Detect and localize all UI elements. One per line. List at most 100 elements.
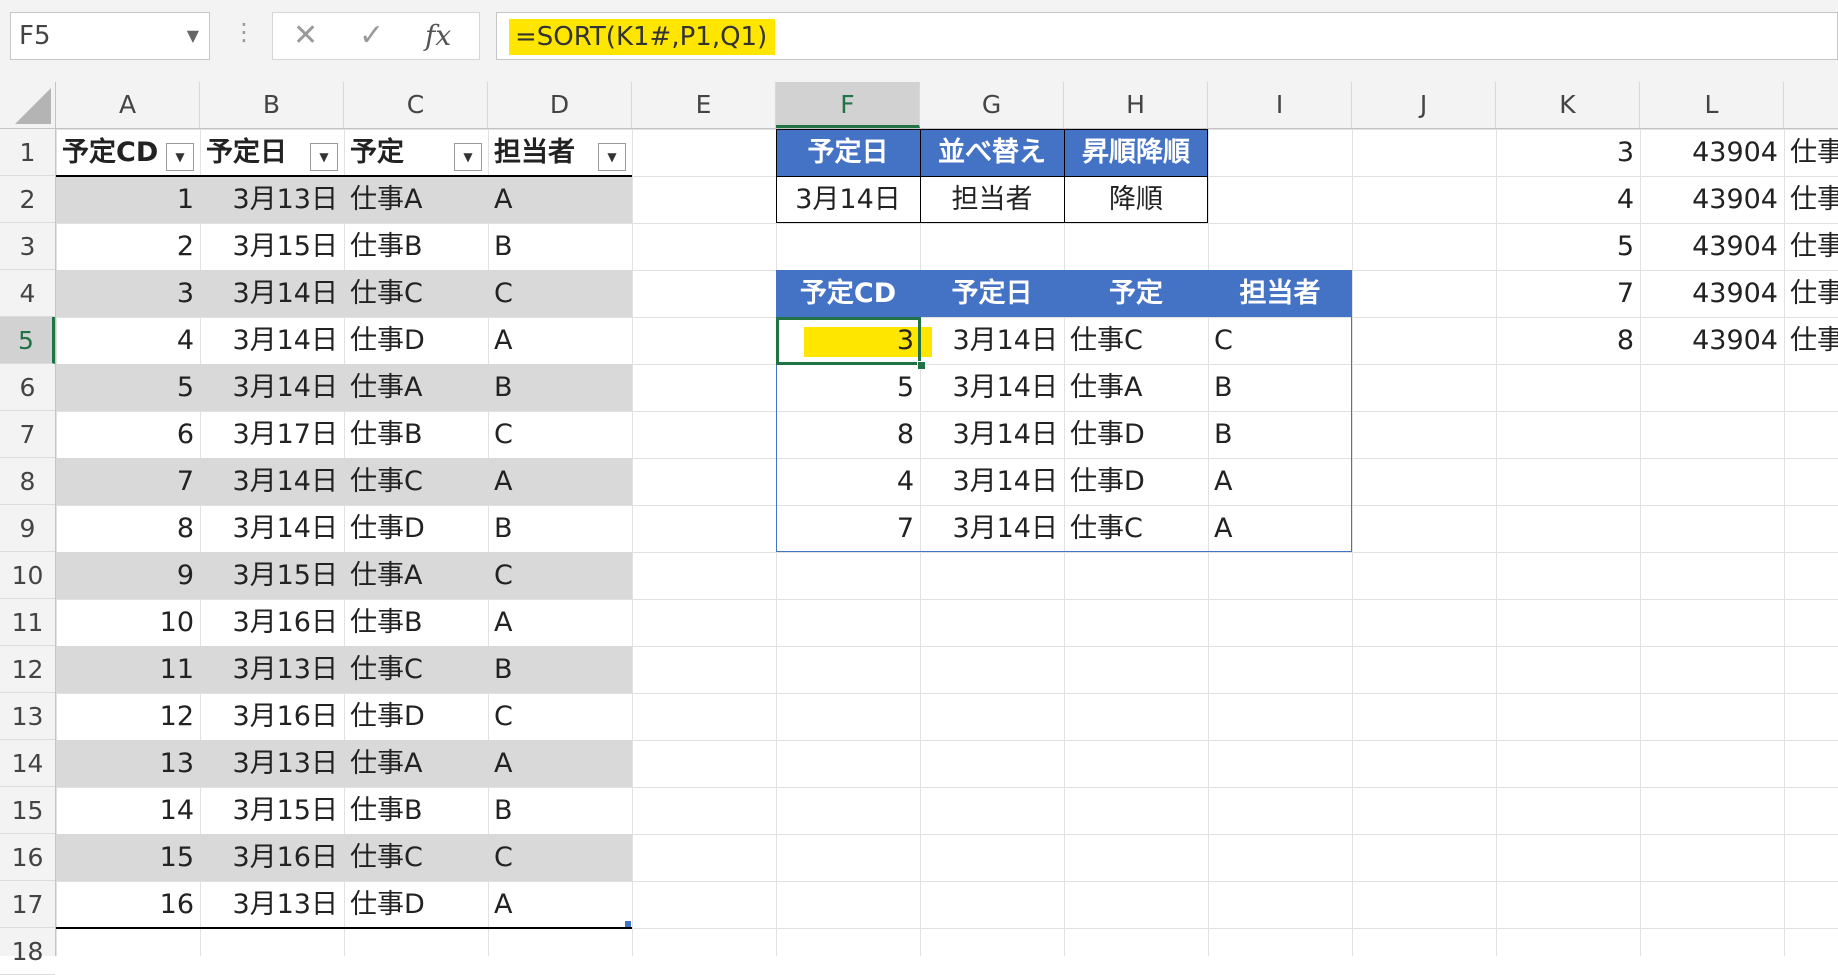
filter-dropdown-icon[interactable]: ▼ <box>310 143 338 171</box>
table-cell-owner[interactable]: C <box>488 834 632 881</box>
row-header-13[interactable]: 13 <box>0 693 55 740</box>
table-cell-owner[interactable]: C <box>488 693 632 740</box>
table-cell-task[interactable]: 仕事D <box>344 881 488 928</box>
row-header-3[interactable]: 3 <box>0 223 55 270</box>
spill-cell-date[interactable]: 43904 <box>1640 129 1784 176</box>
spill-cell-task[interactable]: 仕事 <box>1784 129 1838 176</box>
formula-input[interactable]: =SORT(K1#,P1,Q1) <box>496 12 1838 60</box>
row-header-6[interactable]: 6 <box>0 364 55 411</box>
table-resize-handle[interactable] <box>625 921 631 927</box>
row-header-12[interactable]: 12 <box>0 646 55 693</box>
table-cell-id[interactable]: 14 <box>56 787 200 834</box>
spill-cell-task[interactable]: 仕事 <box>1784 317 1838 364</box>
table-cell-task[interactable]: 仕事B <box>344 223 488 270</box>
table-cell-id[interactable]: 9 <box>56 552 200 599</box>
table-cell-task[interactable]: 仕事C <box>344 834 488 881</box>
table-cell-task[interactable]: 仕事C <box>344 646 488 693</box>
row-header-7[interactable]: 7 <box>0 411 55 458</box>
table-cell-owner[interactable]: A <box>488 599 632 646</box>
table-cell-id[interactable]: 1 <box>56 176 200 223</box>
table-cell-task[interactable]: 仕事A <box>344 552 488 599</box>
table-cell-id[interactable]: 16 <box>56 881 200 928</box>
table-cell-date[interactable]: 3月13日 <box>200 646 344 693</box>
table-cell-task[interactable]: 仕事D <box>344 505 488 552</box>
table-cell-task[interactable]: 仕事B <box>344 787 488 834</box>
table-cell-id[interactable]: 8 <box>56 505 200 552</box>
table-cell-task[interactable]: 仕事B <box>344 599 488 646</box>
more-options-icon[interactable]: ⋮ <box>232 18 256 46</box>
table-cell-date[interactable]: 3月13日 <box>200 740 344 787</box>
row-header-18[interactable]: 18 <box>0 928 55 975</box>
table-cell-task[interactable]: 仕事A <box>344 364 488 411</box>
table-cell-task[interactable]: 仕事C <box>344 458 488 505</box>
table-cell-owner[interactable]: A <box>488 176 632 223</box>
active-cell-border[interactable] <box>776 317 921 365</box>
spill-cell-id[interactable]: 8 <box>1496 317 1640 364</box>
table-cell-id[interactable]: 5 <box>56 364 200 411</box>
table-cell-task[interactable]: 仕事C <box>344 270 488 317</box>
column-header-d[interactable]: D <box>488 82 632 128</box>
table-cell-id[interactable]: 3 <box>56 270 200 317</box>
table-cell-date[interactable]: 3月15日 <box>200 223 344 270</box>
column-header-h[interactable]: H <box>1064 82 1208 128</box>
cancel-icon[interactable]: ✕ <box>293 15 318 57</box>
table-cell-date[interactable]: 3月14日 <box>200 505 344 552</box>
row-header-1[interactable]: 1 <box>0 129 55 176</box>
table-cell-id[interactable]: 12 <box>56 693 200 740</box>
table-cell-date[interactable]: 3月14日 <box>200 364 344 411</box>
spill-cell-task[interactable]: 仕事 <box>1784 176 1838 223</box>
name-box[interactable]: F5 ▼ <box>10 12 210 60</box>
filter-dropdown-icon[interactable]: ▼ <box>166 143 194 171</box>
column-header-f[interactable]: F <box>776 82 920 128</box>
row-header-17[interactable]: 17 <box>0 881 55 928</box>
spill-cell-date[interactable]: 43904 <box>1640 317 1784 364</box>
table-cell-id[interactable]: 15 <box>56 834 200 881</box>
table-cell-date[interactable]: 3月13日 <box>200 881 344 928</box>
spill-cell-task[interactable]: 仕事 <box>1784 223 1838 270</box>
row-header-4[interactable]: 4 <box>0 270 55 317</box>
table-cell-id[interactable]: 6 <box>56 411 200 458</box>
table-cell-id[interactable]: 2 <box>56 223 200 270</box>
spill-cell-id[interactable]: 4 <box>1496 176 1640 223</box>
worksheet-grid[interactable]: 予定CD ▼ 予定日 ▼ 予定 ▼ 担当者 ▼ 1 3月13日 仕事A A 2 3月15日 仕事B B 3 3月1… <box>56 129 1838 956</box>
row-header-2[interactable]: 2 <box>0 176 55 223</box>
row-header-11[interactable]: 11 <box>0 599 55 646</box>
table-cell-owner[interactable]: A <box>488 317 632 364</box>
spill-cell-task[interactable]: 仕事 <box>1784 270 1838 317</box>
table-cell-date[interactable]: 3月16日 <box>200 599 344 646</box>
table-cell-date[interactable]: 3月15日 <box>200 552 344 599</box>
spill-cell-date[interactable]: 43904 <box>1640 270 1784 317</box>
column-header-g[interactable]: G <box>920 82 1064 128</box>
column-header-c[interactable]: C <box>344 82 488 128</box>
row-header-8[interactable]: 8 <box>0 458 55 505</box>
table-cell-owner[interactable]: B <box>488 787 632 834</box>
column-header-k[interactable]: K <box>1496 82 1640 128</box>
table-cell-task[interactable]: 仕事A <box>344 740 488 787</box>
fx-icon[interactable]: fx <box>425 15 451 57</box>
column-header-b[interactable]: B <box>200 82 344 128</box>
fill-handle[interactable] <box>917 361 926 370</box>
table-cell-owner[interactable]: A <box>488 881 632 928</box>
table-cell-date[interactable]: 3月15日 <box>200 787 344 834</box>
table-cell-date[interactable]: 3月14日 <box>200 270 344 317</box>
enter-icon[interactable]: ✓ <box>359 15 384 57</box>
table-cell-task[interactable]: 仕事B <box>344 411 488 458</box>
column-header-a[interactable]: A <box>56 82 200 128</box>
row-header-5[interactable]: 5 <box>0 317 55 364</box>
table-cell-date[interactable]: 3月14日 <box>200 458 344 505</box>
table-cell-owner[interactable]: B <box>488 505 632 552</box>
table-cell-task[interactable]: 仕事A <box>344 176 488 223</box>
table-cell-owner[interactable]: B <box>488 364 632 411</box>
row-header-15[interactable]: 15 <box>0 787 55 834</box>
spill-cell-date[interactable]: 43904 <box>1640 176 1784 223</box>
table-cell-id[interactable]: 7 <box>56 458 200 505</box>
row-header-14[interactable]: 14 <box>0 740 55 787</box>
table-cell-owner[interactable]: C <box>488 270 632 317</box>
table-cell-owner[interactable]: A <box>488 740 632 787</box>
table-cell-id[interactable]: 13 <box>56 740 200 787</box>
row-header-9[interactable]: 9 <box>0 505 55 552</box>
table-cell-date[interactable]: 3月16日 <box>200 834 344 881</box>
table-cell-task[interactable]: 仕事D <box>344 317 488 364</box>
column-header-j[interactable]: J <box>1352 82 1496 128</box>
filter-dropdown-icon[interactable]: ▼ <box>598 143 626 171</box>
